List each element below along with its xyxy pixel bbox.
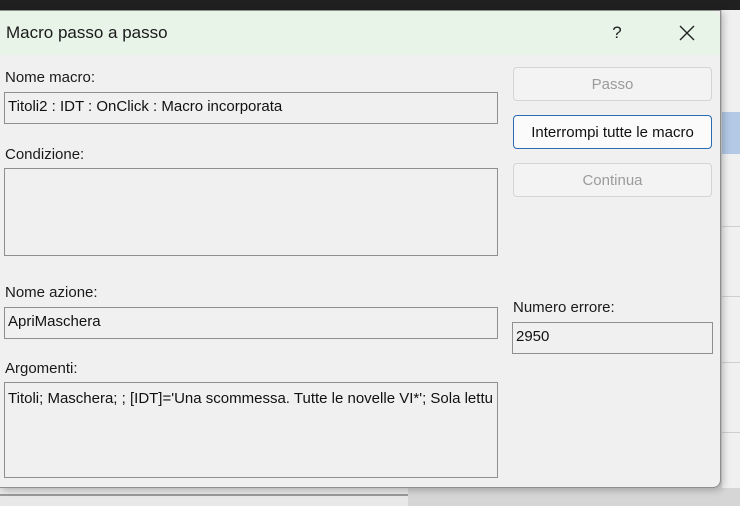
help-button[interactable]: ? <box>594 11 640 55</box>
macro-name-label: Nome macro: <box>5 69 96 86</box>
arguments-label: Argomenti: <box>5 360 78 377</box>
macro-step-dialog: Macro passo a passo ? Nome macro: Titoli… <box>0 10 721 488</box>
error-number-label: Numero errore: <box>513 299 615 316</box>
close-button[interactable] <box>664 11 710 55</box>
stop-all-macros-button[interactable]: Interrompi tutte le macro <box>513 115 712 149</box>
help-icon: ? <box>612 23 622 42</box>
title-bar[interactable]: Macro passo a passo ? <box>0 11 720 55</box>
background-scrollbar <box>0 494 408 496</box>
condition-label: Condizione: <box>5 146 85 163</box>
action-name-label: Nome azione: <box>5 284 98 301</box>
condition-field[interactable] <box>4 168 498 256</box>
step-button[interactable]: Passo <box>513 67 712 101</box>
background-divider <box>722 432 740 433</box>
background-divider <box>722 296 740 297</box>
close-icon <box>679 25 695 41</box>
background-selection <box>722 112 740 154</box>
background-divider <box>722 362 740 363</box>
dialog-title: Macro passo a passo <box>6 23 168 42</box>
arguments-field[interactable]: Titoli; Maschera; ; [IDT]='Una scommessa… <box>4 382 498 478</box>
continue-button[interactable]: Continua <box>513 163 712 197</box>
background-taskbar <box>0 0 740 10</box>
background-divider <box>722 226 740 227</box>
error-number-field[interactable]: 2950 <box>512 322 713 354</box>
macro-name-field[interactable]: Titoli2 : IDT : OnClick : Macro incorpor… <box>4 92 498 124</box>
background-panel <box>408 488 740 506</box>
action-name-field[interactable]: ApriMaschera <box>4 307 498 339</box>
